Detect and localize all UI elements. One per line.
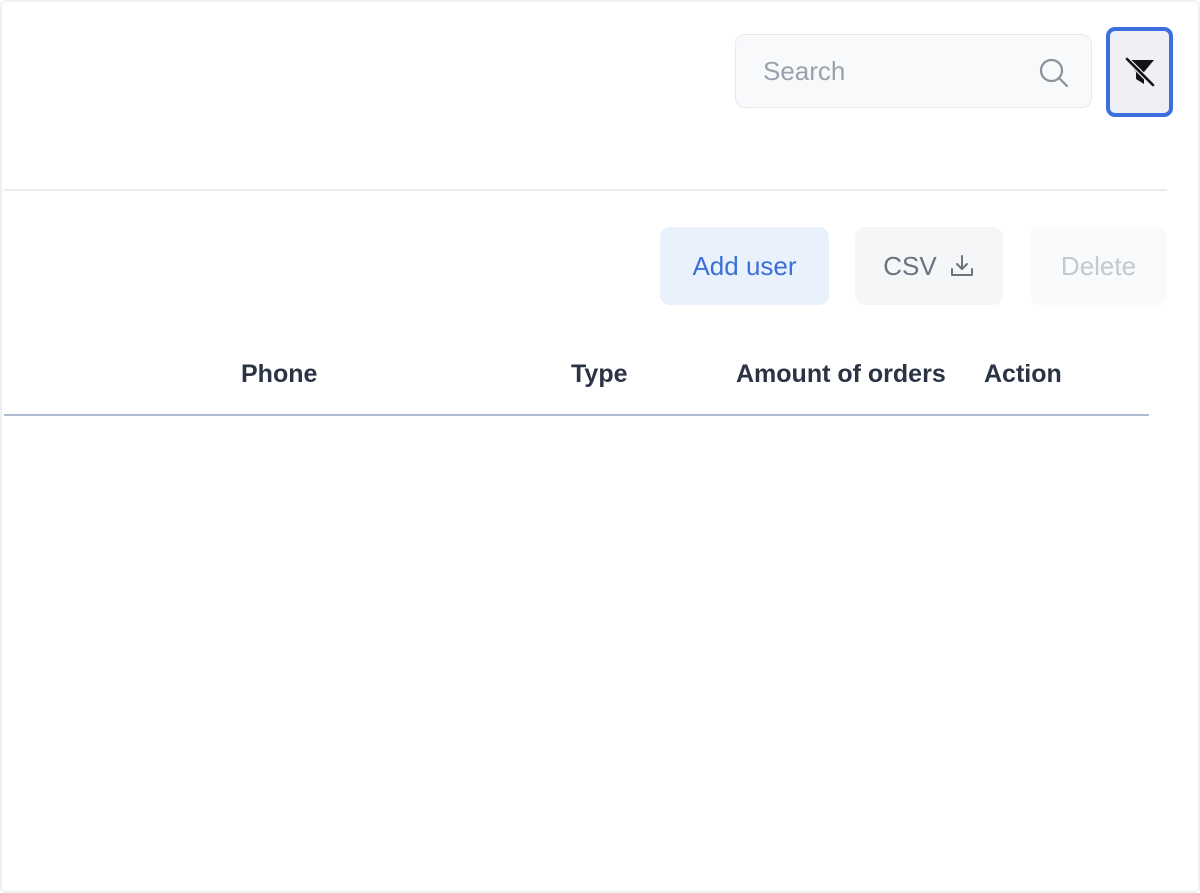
add-user-button[interactable]: Add user [660, 227, 829, 305]
csv-export-button[interactable]: CSV [855, 227, 1003, 305]
download-icon [950, 255, 973, 276]
content-panel: Add user CSV Delete Phone Type Amount of… [0, 0, 1200, 893]
column-header-action: Action [984, 360, 1062, 388]
clear-filter-button[interactable] [1106, 27, 1173, 117]
search-icon[interactable] [1038, 57, 1070, 89]
table-header-divider [4, 414, 1149, 416]
add-user-label: Add user [692, 250, 797, 281]
section-divider [4, 189, 1167, 191]
search-input[interactable] [763, 35, 1023, 107]
column-header-amount-of-orders[interactable]: Amount of orders [736, 360, 946, 389]
search-box[interactable] [735, 34, 1092, 108]
column-header-phone[interactable]: Phone [241, 360, 317, 389]
csv-label: CSV [883, 250, 937, 281]
delete-button[interactable]: Delete [1030, 227, 1167, 305]
delete-label: Delete [1060, 250, 1137, 281]
filter-off-icon [1124, 56, 1155, 88]
column-header-type[interactable]: Type [571, 360, 628, 389]
